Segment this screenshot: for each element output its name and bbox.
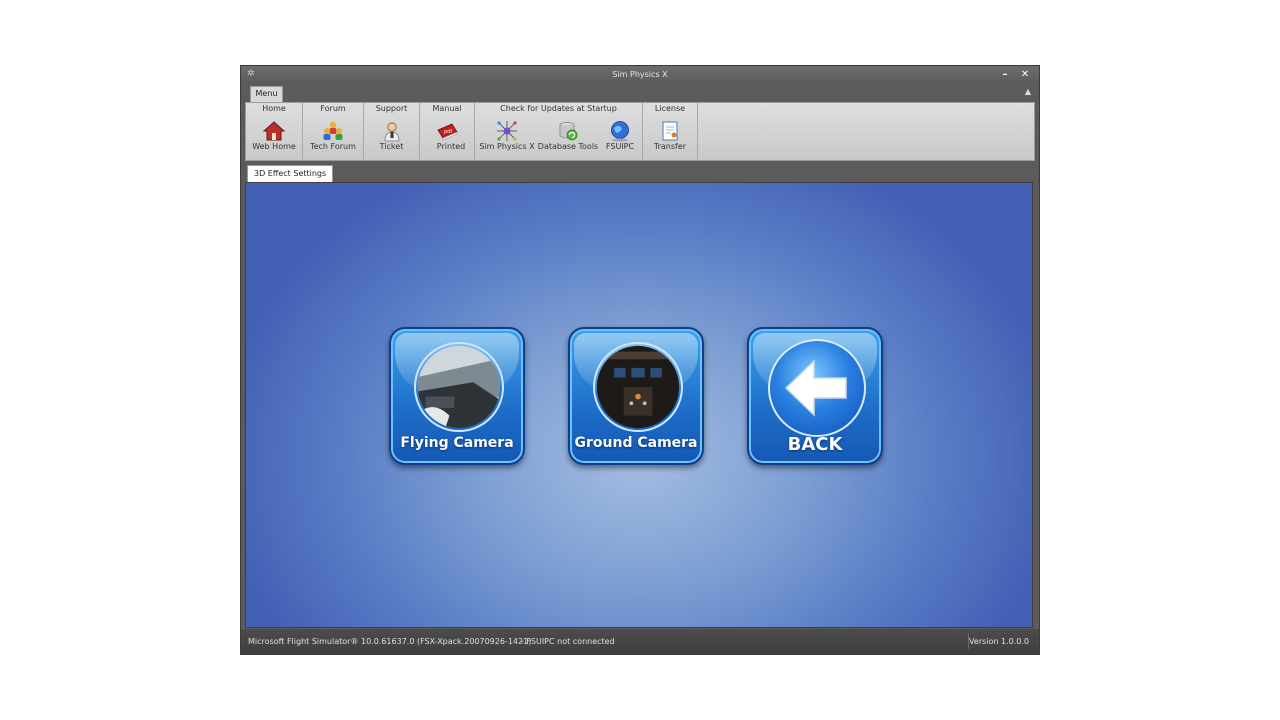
ground-camera-label: Ground Camera (574, 435, 698, 451)
tab-3d-effect-settings[interactable]: 3D Effect Settings (247, 165, 334, 182)
main-content: Flying Camera Ground Camera BACK (245, 182, 1033, 628)
app-window: ✲ Sim Physics X – ✕ Menu ▲ Home Web Home… (240, 65, 1040, 655)
group-label-forum: Forum (320, 104, 346, 113)
fsuipc-label: FSUIPC (605, 142, 635, 151)
web-home-label: Web Home (252, 142, 296, 151)
license-document-icon (662, 121, 678, 141)
transfer-button[interactable]: Transfer (643, 120, 697, 160)
close-button[interactable]: ✕ (1017, 67, 1033, 82)
ribbon-group-support: Support Ticket (364, 103, 420, 160)
ticket-button[interactable]: Ticket (364, 120, 419, 160)
back-arrow-circle (768, 339, 866, 437)
ribbon: Home Web Home Forum Tech Forum Support T… (245, 102, 1035, 161)
transfer-label: Transfer (653, 142, 687, 151)
group-label-license: License (654, 104, 686, 113)
ribbon-group-forum: Forum Tech Forum (303, 103, 364, 160)
back-label: BACK (787, 434, 843, 455)
database-tools-button[interactable]: Database Tools (537, 120, 599, 160)
simulator-version-text: Microsoft Flight Simulator® 10.0.61637.0… (248, 637, 532, 646)
ribbon-group-manual: Manual pdf Printed (420, 103, 475, 160)
printed-button[interactable]: pdf Printed (420, 120, 474, 160)
back-button[interactable]: BACK (747, 327, 883, 465)
status-bar: Microsoft Flight Simulator® 10.0.61637.0… (241, 629, 1039, 654)
cockpit-photo-icon (414, 342, 504, 432)
group-label-manual: Manual (432, 104, 462, 113)
house-icon (263, 121, 285, 141)
tech-forum-label: Tech Forum (310, 142, 356, 151)
ribbon-group-updates: Check for Updates at Startup Sim Physics… (475, 103, 643, 160)
people-icon (323, 121, 343, 140)
window-title: Sim Physics X (612, 70, 668, 79)
globe-icon (611, 121, 629, 142)
database-icon (559, 122, 578, 141)
ticket-label: Ticket (379, 142, 404, 151)
group-label-updates: Check for Updates at Startup (500, 104, 617, 113)
web-home-button[interactable]: Web Home (246, 120, 302, 160)
network-icon (497, 121, 517, 141)
collapse-ribbon-icon[interactable]: ▲ (1025, 87, 1031, 96)
svg-text:pdf: pdf (444, 129, 452, 135)
title-bar: ✲ Sim Physics X – ✕ (241, 66, 1039, 84)
ribbon-group-license: License Transfer (643, 103, 698, 160)
flying-camera-label: Flying Camera (400, 435, 514, 451)
ground-camera-button[interactable]: Ground Camera (568, 327, 704, 465)
app-version-text: Version 1.0.0.0 (969, 637, 1029, 646)
sim-physics-x-button[interactable]: Sim Physics X (477, 120, 537, 160)
group-label-support: Support (375, 104, 408, 113)
minimize-button[interactable]: – (997, 67, 1013, 82)
sim-physics-x-label: Sim Physics X (479, 142, 535, 151)
fsuipc-button[interactable]: FSUIPC (599, 120, 641, 160)
group-label-home: Home (262, 104, 286, 113)
database-tools-label: Database Tools (537, 142, 599, 151)
menu-bar: Menu ▲ (241, 84, 1039, 102)
back-arrow-icon (784, 359, 847, 417)
fsuipc-status-text: - FSUIPC not connected (521, 637, 615, 646)
support-person-icon (384, 122, 399, 142)
flying-camera-button[interactable]: Flying Camera (389, 327, 525, 465)
tech-forum-button[interactable]: Tech Forum (303, 120, 363, 160)
menu-tab[interactable]: Menu (250, 86, 283, 102)
document-tab-strip: 3D Effect Settings (245, 162, 1035, 182)
pdf-book-icon: pdf (437, 123, 458, 141)
ribbon-group-home: Home Web Home (246, 103, 303, 160)
printed-label: Printed (436, 142, 466, 151)
cockpit-panel-photo-icon (593, 342, 683, 432)
